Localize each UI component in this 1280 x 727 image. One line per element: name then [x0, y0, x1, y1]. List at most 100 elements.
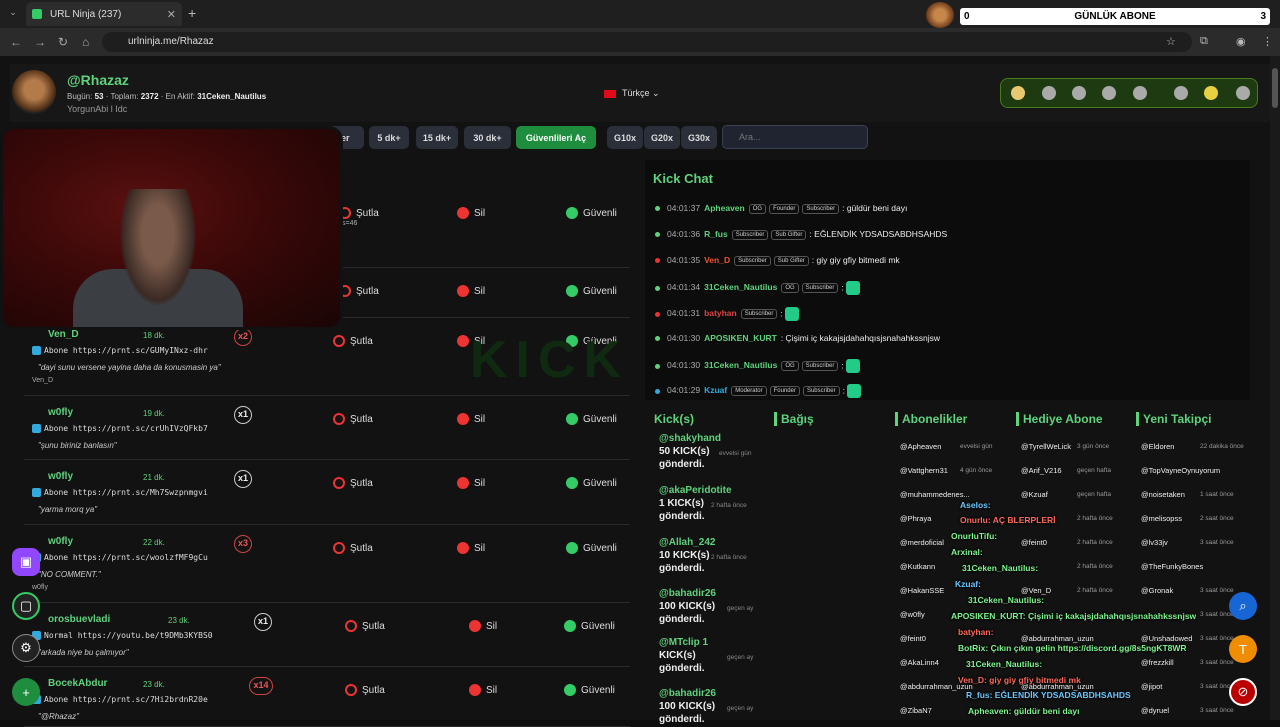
- safe-button[interactable]: Güvenli: [566, 413, 617, 425]
- pause-icon[interactable]: [1204, 86, 1218, 100]
- row-username[interactable]: Ven_D: [48, 329, 79, 340]
- back-icon[interactable]: ←: [10, 35, 22, 49]
- delete-button[interactable]: Sil: [457, 477, 485, 489]
- event-user[interactable]: @Phraya: [900, 514, 931, 523]
- reload-icon[interactable]: ↻: [58, 35, 68, 49]
- filter-30min-button[interactable]: 30 dk+: [464, 126, 511, 149]
- ban-button[interactable]: Şutla: [339, 207, 379, 219]
- ban-button[interactable]: Şutla: [333, 413, 373, 425]
- chat-user[interactable]: R_fus: [704, 229, 728, 239]
- enable-trusted-button[interactable]: Güvenlileri Aç: [516, 126, 596, 149]
- row-link[interactable]: Normal https://youtu.be/t9DMb3KYBS0: [32, 631, 213, 640]
- delete-button[interactable]: Sil: [457, 413, 485, 425]
- event-user[interactable]: @lv33jv: [1141, 538, 1168, 547]
- bookmark-star-icon[interactable]: ☆: [1166, 35, 1176, 48]
- safe-button[interactable]: Güvenli: [566, 207, 617, 219]
- extensions-icon[interactable]: ⧉: [1200, 35, 1208, 48]
- event-user[interactable]: @dyruel: [1141, 706, 1169, 715]
- event-user[interactable]: @Kzuaf: [1021, 490, 1048, 499]
- event-user[interactable]: @jipot: [1141, 682, 1162, 691]
- g20x-button[interactable]: G20x: [644, 126, 680, 149]
- chat-user[interactable]: Kzuaf: [704, 385, 727, 395]
- event-user[interactable]: @feint0: [1021, 538, 1047, 547]
- event-user[interactable]: @TheFunkyBones: [1141, 562, 1203, 571]
- event-user[interactable]: @melisopss: [1141, 514, 1182, 523]
- event-user[interactable]: @Kutkann: [900, 562, 935, 571]
- kick-user[interactable]: @shakyhand: [659, 432, 769, 445]
- kick-user[interactable]: @akaPeridotite: [659, 484, 769, 497]
- settings-gear-icon[interactable]: ⚙: [12, 634, 40, 662]
- discord-icon[interactable]: [1102, 86, 1116, 100]
- row-username[interactable]: w0fly: [48, 471, 73, 482]
- chat-user[interactable]: batyhan: [704, 308, 737, 318]
- event-user[interactable]: @frezzkill: [1141, 658, 1174, 667]
- g10x-button[interactable]: G10x: [607, 126, 643, 149]
- g30x-button[interactable]: G30x: [681, 126, 717, 149]
- safe-button[interactable]: Güvenli: [564, 620, 615, 632]
- instagram-icon[interactable]: [1072, 86, 1086, 100]
- twitch-icon[interactable]: ▣: [12, 548, 40, 576]
- event-user[interactable]: @Vattghern31: [900, 466, 948, 475]
- language-selector[interactable]: Türkçe ⌄: [604, 88, 660, 99]
- row-link[interactable]: Abone https://prnt.sc/crUhIVzQFkb7: [32, 424, 208, 433]
- event-user[interactable]: @w0fly: [900, 610, 925, 619]
- delete-button[interactable]: Sil: [457, 207, 485, 219]
- logout-icon[interactable]: [1236, 86, 1250, 100]
- event-user[interactable]: @Arif_V216: [1021, 466, 1062, 475]
- safe-button[interactable]: Güvenli: [564, 684, 615, 696]
- row-username[interactable]: orosbuevladi: [48, 614, 110, 625]
- profile-icon[interactable]: ◉: [1236, 35, 1246, 48]
- filter-5min-button[interactable]: 5 dk+: [369, 126, 409, 149]
- delete-button[interactable]: Sil: [457, 542, 485, 554]
- ban-button[interactable]: Şutla: [333, 542, 373, 554]
- kick-user[interactable]: @MTclip 1: [659, 636, 769, 649]
- add-user-icon[interactable]: +: [12, 678, 40, 706]
- event-user[interactable]: @TopVayneOynuyorum: [1141, 466, 1220, 475]
- chat-user[interactable]: 31Ceken_Nautilus: [704, 282, 777, 292]
- coin-icon[interactable]: [1011, 86, 1025, 100]
- kick-user[interactable]: @bahadir26: [659, 687, 769, 700]
- row-link[interactable]: Abone https://prnt.sc/GUMyINxz-dhr: [32, 346, 208, 355]
- ban-button[interactable]: Şutla: [333, 335, 373, 347]
- row-link[interactable]: Abone https://prnt.sc/woolzfMF9gCu: [32, 553, 208, 562]
- filter-15min-button[interactable]: 15 dk+: [416, 126, 458, 149]
- event-user[interactable]: @ZibaN7: [900, 706, 932, 715]
- search-float-icon[interactable]: ⌕: [1229, 592, 1257, 620]
- safe-button[interactable]: Güvenli: [566, 542, 617, 554]
- delete-button[interactable]: Sil: [469, 620, 497, 632]
- url-field[interactable]: urlninja.me/Rhazaz: [102, 32, 1192, 52]
- event-user[interactable]: @AkaLinn4: [900, 658, 939, 667]
- twitter-icon[interactable]: [1042, 86, 1056, 100]
- row-username[interactable]: BocekAbdur: [48, 678, 107, 689]
- event-user[interactable]: @TyrellWeLick: [1021, 442, 1071, 451]
- kick-user[interactable]: @bahadir26: [659, 587, 769, 600]
- event-user[interactable]: @Unshadowed: [1141, 634, 1192, 643]
- tab-search-icon[interactable]: ⌄: [6, 7, 20, 21]
- safe-button[interactable]: Güvenli: [566, 477, 617, 489]
- event-user[interactable]: @HakanSSE: [900, 586, 944, 595]
- event-user[interactable]: @muhammedenes...: [900, 490, 970, 499]
- event-user[interactable]: @Apheaven: [900, 442, 941, 451]
- menu-dots-icon[interactable]: ⋮: [1262, 35, 1273, 48]
- chat-user[interactable]: APOSIKEN_KURT: [704, 333, 777, 343]
- kick-user[interactable]: @Allah_242: [659, 536, 769, 549]
- event-user[interactable]: @noisetaken: [1141, 490, 1185, 499]
- browser-tab[interactable]: URL Ninja (237) ✕: [26, 2, 182, 26]
- home-icon[interactable]: ⌂: [82, 35, 89, 49]
- ban-button[interactable]: Şutla: [333, 477, 373, 489]
- row-link[interactable]: Abone https://prnt.sc/Mh7Swzpnmgvi: [32, 488, 208, 497]
- delete-button[interactable]: Sil: [457, 285, 485, 297]
- settings-square-icon[interactable]: [1133, 86, 1147, 100]
- close-tab-icon[interactable]: ✕: [167, 8, 176, 21]
- chat-user[interactable]: Ven_D: [704, 255, 730, 265]
- event-user[interactable]: @Gronak: [1141, 586, 1173, 595]
- trash-icon[interactable]: [1174, 86, 1188, 100]
- row-username[interactable]: w0fly: [48, 536, 73, 547]
- event-user[interactable]: @feint0: [900, 634, 926, 643]
- ban-button[interactable]: Şutla: [345, 620, 385, 632]
- safe-button[interactable]: Güvenli: [566, 285, 617, 297]
- event-user[interactable]: @Ven_D: [1021, 586, 1051, 595]
- remove-user-icon[interactable]: ⊘: [1229, 678, 1257, 706]
- event-user[interactable]: @merdoficial: [900, 538, 944, 547]
- event-user[interactable]: @Eldoren: [1141, 442, 1174, 451]
